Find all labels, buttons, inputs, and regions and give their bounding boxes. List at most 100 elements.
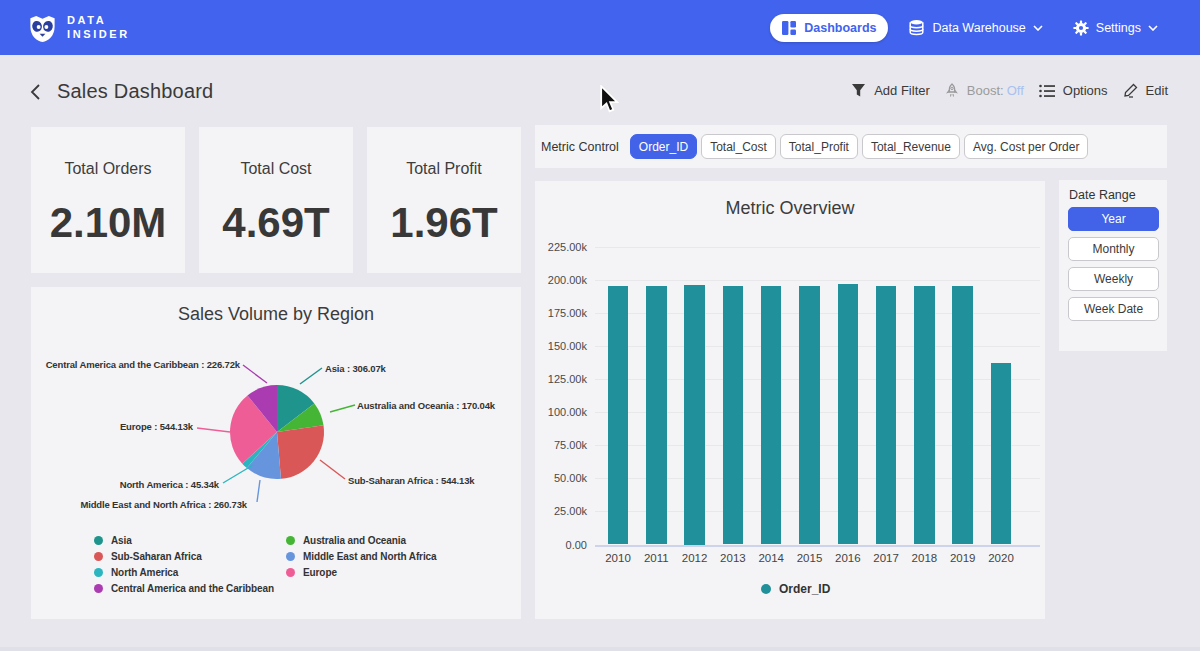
metric-control-label: Metric Control (541, 140, 619, 154)
metric-button-total-revenue[interactable]: Total_Revenue (862, 134, 960, 159)
nav-dashboards-button[interactable]: Dashboards (770, 14, 888, 42)
y-axis-tick: 0.00 (535, 539, 587, 551)
page-title: Sales Dashboard (57, 80, 213, 103)
edit-button[interactable]: Edit (1123, 83, 1168, 98)
metric-button-total-profit[interactable]: Total_Profit (780, 134, 858, 159)
y-axis-tick: 75.00k (535, 439, 587, 451)
legend-dot (761, 584, 771, 594)
x-axis-tick: 2011 (636, 552, 676, 564)
x-axis-tick: 2020 (981, 552, 1021, 564)
legend-item-australia-and-oceania[interactable]: Australia and Oceania (286, 535, 406, 546)
brand: DATA INSIDER (27, 12, 130, 43)
kpi-card-total-cost: Total Cost 4.69T (199, 127, 353, 273)
metric-button-avg-cost-per-order[interactable]: Avg. Cost per Order (964, 134, 1089, 159)
pie-label: Australia and Oceania : 170.04k (357, 400, 496, 411)
bar-2020[interactable] (991, 363, 1012, 544)
date-button-week-date[interactable]: Week Date (1068, 297, 1159, 321)
back-button[interactable] (26, 82, 46, 102)
legend-dot (94, 568, 103, 577)
date-button-weekly[interactable]: Weekly (1068, 267, 1159, 291)
y-axis-tick: 150.00k (535, 340, 587, 352)
y-axis-tick: 50.00k (535, 472, 587, 484)
gridline (595, 247, 1040, 248)
legend-dot (286, 568, 295, 577)
kpi-card-total-orders: Total Orders 2.10M (31, 127, 185, 273)
bar-2013[interactable] (723, 286, 744, 545)
bar-2012[interactable] (684, 285, 705, 545)
x-axis-tick: 2018 (904, 552, 944, 564)
legend-dot (286, 552, 295, 561)
legend-item-central-america-and-the-caribbean[interactable]: Central America and the Caribbean (94, 583, 274, 594)
pie-slice-sub-saharan-africa[interactable] (277, 425, 324, 479)
kpi-value: 1.96T (367, 199, 521, 247)
legend-item-north-america[interactable]: North America (94, 567, 178, 578)
kpi-value: 2.10M (31, 199, 185, 247)
kpi-label: Total Cost (199, 160, 353, 178)
pie-callout-line (257, 480, 260, 502)
bar-2019[interactable] (952, 286, 973, 545)
bar-2017[interactable] (876, 286, 897, 545)
pie-label: Middle East and North Africa : 260.73k (80, 499, 247, 510)
pie-callout-line (300, 368, 322, 384)
date-button-monthly[interactable]: Monthly (1068, 237, 1159, 261)
metric-button-order-id[interactable]: Order_ID (630, 134, 697, 159)
boost-text: Boost:Off (967, 83, 1024, 98)
bar-2018[interactable] (914, 286, 935, 545)
y-axis-tick: 200.00k (535, 274, 587, 286)
bar-2014[interactable] (761, 286, 782, 545)
rocket-icon (945, 83, 959, 98)
legend-item-asia[interactable]: Asia (94, 535, 132, 546)
legend-item-middle-east-and-north-africa[interactable]: Middle East and North Africa (286, 551, 437, 562)
nav-settings[interactable]: Settings (1073, 20, 1158, 36)
pie-callout-line (197, 428, 230, 432)
x-axis-tick: 2017 (866, 552, 906, 564)
chevron-down-icon (1148, 25, 1158, 31)
database-icon (908, 19, 925, 36)
pie-label: North America : 45.34k (120, 479, 220, 490)
legend-dot (94, 584, 103, 593)
metric-control-bar: Metric Control Order_IDTotal_CostTotal_P… (535, 125, 1167, 168)
gear-icon (1073, 20, 1089, 36)
add-filter-button[interactable]: Add Filter (851, 83, 930, 98)
brand-text: DATA INSIDER (67, 14, 130, 41)
bar-chart[interactable]: 0.00 25.00k 50.00k 75.00k 100.00k 125.00k 150.… (535, 181, 1045, 619)
pie-callout-line (330, 405, 355, 412)
boost-value: Off (1007, 83, 1024, 98)
y-axis-tick: 25.00k (535, 505, 587, 517)
pie-label: Europe : 544.13k (120, 421, 194, 432)
legend-item-sub-saharan-africa[interactable]: Sub-Saharan Africa (94, 551, 202, 562)
y-axis-tick: 125.00k (535, 373, 587, 385)
pie-callout-line (243, 365, 267, 383)
bar-2011[interactable] (646, 286, 667, 545)
chevron-down-icon (1033, 25, 1043, 31)
dashboards-icon (781, 20, 797, 36)
date-button-year[interactable]: Year (1068, 207, 1159, 231)
x-axis-tick: 2019 (943, 552, 983, 564)
boost-toggle[interactable]: Boost:Off (945, 83, 1024, 98)
pencil-icon (1123, 83, 1138, 98)
date-range-panel: Date Range Year Monthly Weekly Week Date (1059, 180, 1167, 351)
list-icon (1039, 84, 1055, 98)
legend-item-europe[interactable]: Europe (286, 567, 337, 578)
bar-2016[interactable] (838, 284, 859, 544)
top-navbar: DATA INSIDER Dashboards Data Warehouse (0, 0, 1200, 55)
kpi-label: Total Orders (31, 160, 185, 178)
kpi-label: Total Profit (367, 160, 521, 178)
bar-2010[interactable] (608, 286, 629, 545)
legend-dot (286, 536, 295, 545)
legend-dot (94, 536, 103, 545)
legend-dot (94, 552, 103, 561)
nav-data-warehouse[interactable]: Data Warehouse (908, 19, 1042, 36)
x-axis-line (595, 545, 1040, 547)
bar-2015[interactable] (799, 286, 820, 545)
y-axis-tick: 100.00k (535, 406, 587, 418)
pie-chart[interactable]: Asia : 306.07kAustralia and Oceania : 17… (31, 287, 521, 537)
bar-chart-legend: Order_ID (761, 582, 830, 596)
header-actions: Add Filter Boost:Off Options Edit (851, 83, 1168, 98)
pie-callout-line (320, 460, 345, 479)
options-button[interactable]: Options (1039, 83, 1108, 98)
kpi-card-total-profit: Total Profit 1.96T (367, 127, 521, 273)
bar-chart-card: Metric Overview 0.0025.00k50.00k75.00k10… (535, 181, 1045, 619)
metric-button-total-cost[interactable]: Total_Cost (701, 134, 776, 159)
date-range-label: Date Range (1069, 188, 1167, 202)
